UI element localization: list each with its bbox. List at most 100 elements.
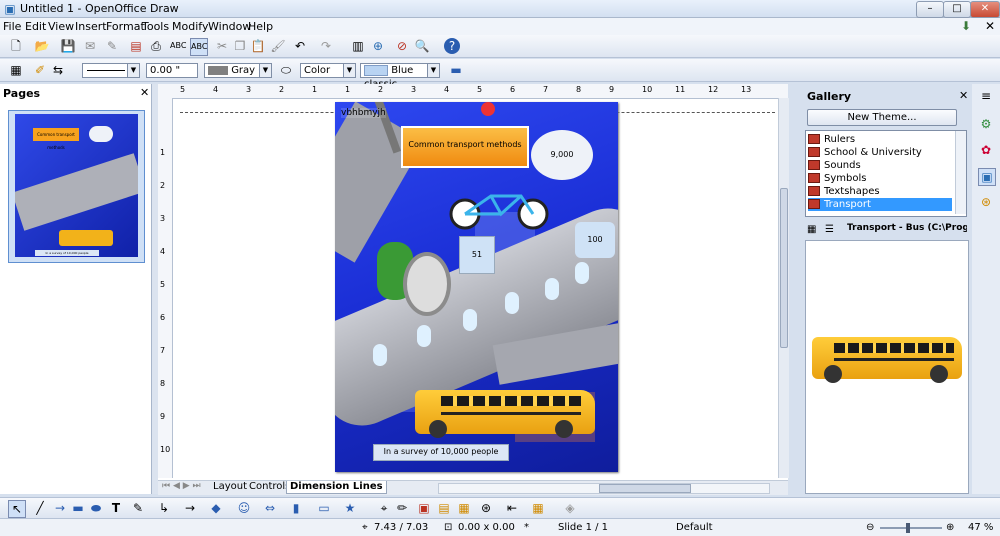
zoom-slider-thumb[interactable] [906, 523, 910, 533]
points-icon[interactable]: ⌖ [376, 500, 392, 516]
horizontal-ruler[interactable]: 5 4 3 2 1 1 2 3 4 5 6 7 8 9 10 11 12 13 [158, 84, 788, 99]
detail-view-icon[interactable]: ☰ [825, 224, 834, 235]
edit-file-icon[interactable]: ✎ [104, 38, 120, 54]
theme-list-scrollbar[interactable] [955, 131, 966, 214]
menu-format[interactable]: Format [106, 20, 145, 33]
ellipse-icon[interactable]: ⬬ [88, 500, 104, 516]
shadow-icon[interactable]: ▬ [448, 62, 464, 78]
styles-panel-icon[interactable]: ✿ [978, 142, 994, 158]
menu-modify[interactable]: Modify [172, 20, 208, 33]
new-theme-button[interactable]: New Theme... [807, 109, 957, 126]
block-arrows-icon[interactable]: ⇔ [262, 500, 278, 516]
shadow-toggle-icon[interactable]: ◈ [562, 500, 578, 516]
copy-icon[interactable]: ❐ [232, 38, 248, 54]
slide-top-label[interactable]: vbhbmyjh [341, 108, 386, 118]
align-icon[interactable]: ⇤ [504, 500, 520, 516]
select-pointer-icon[interactable]: ↖ [8, 500, 26, 518]
slide-caption[interactable]: In a survey of 10,000 people [373, 444, 509, 461]
theme-item-textshapes[interactable]: Textshapes [808, 185, 880, 198]
arrow-line-icon[interactable]: → [52, 500, 68, 516]
icon-view-icon[interactable]: ▦ [807, 224, 816, 235]
area-color-select[interactable]: Blue classic ▼ [360, 63, 440, 90]
theme-item-transport[interactable]: Transport [808, 198, 952, 211]
text-tool-icon[interactable]: T [108, 500, 124, 516]
properties-icon[interactable]: ⚙ [978, 116, 994, 132]
slide-page[interactable]: vbhbmyjh Common transport methods 9,000 … [335, 102, 618, 472]
theme-item-school[interactable]: School & University [808, 146, 922, 159]
autospellcheck-icon[interactable]: ABC [190, 38, 208, 56]
theme-item-sounds[interactable]: Sounds [808, 159, 861, 172]
line-color-select[interactable]: Gray 6 ▼ [204, 63, 272, 78]
theme-item-rulers[interactable]: Rulers [808, 133, 855, 146]
gallery-toggle-icon[interactable]: ▦ [456, 500, 472, 516]
print-icon[interactable]: ⎙ [148, 38, 164, 54]
menu-window[interactable]: Window [208, 20, 251, 33]
menu-edit[interactable]: Edit [25, 20, 46, 33]
close-button[interactable]: ✕ [970, 1, 1000, 18]
new-document-icon[interactable]: 🗋 [8, 38, 24, 54]
export-pdf-icon[interactable]: ▤ [128, 38, 144, 54]
zoom-out-icon[interactable]: ⊖ [866, 522, 874, 533]
close-icon[interactable]: ✕ [140, 86, 149, 99]
glue-points-icon[interactable]: ✏ [394, 500, 410, 516]
stars-icon[interactable]: ★ [342, 500, 358, 516]
page-thumbnail[interactable]: Common transport methods In a survey of … [8, 110, 145, 263]
zoom-icon[interactable]: 🔍 [414, 38, 430, 54]
lines-arrows-icon[interactable]: → [182, 500, 198, 516]
callouts-icon[interactable]: ▭ [316, 500, 332, 516]
line-tool-icon[interactable]: ╱ [32, 500, 48, 516]
paste-icon[interactable]: 📋 [250, 38, 266, 54]
drawing-canvas[interactable]: 5 4 3 2 1 1 2 3 4 5 6 7 8 9 10 11 12 13 1 2 3 4 5 6 7 8 9 10 vbhbm… [158, 84, 789, 495]
extension-update-icon[interactable]: ⬇ [958, 18, 974, 34]
minimize-button[interactable]: – [916, 1, 944, 18]
zoom-slider[interactable] [880, 523, 942, 533]
help-icon[interactable]: ? [444, 38, 460, 54]
styles-icon[interactable]: ▦ [8, 62, 24, 78]
vertical-ruler[interactable]: 1 2 3 4 5 6 7 8 9 10 [158, 98, 173, 478]
cut-icon[interactable]: ✂ [214, 38, 230, 54]
symbol-shapes-icon[interactable]: ☺ [236, 500, 252, 516]
connector-icon[interactable]: ↳ [156, 500, 172, 516]
gallery-preview[interactable] [805, 240, 969, 494]
menu-insert[interactable]: Insert [75, 20, 107, 33]
insert-image-icon[interactable]: ▤ [436, 500, 452, 516]
spellcheck-icon[interactable]: ABC [170, 38, 186, 54]
flowchart-icon[interactable]: ▮ [288, 500, 304, 516]
gallery-panel-icon[interactable]: ▣ [978, 168, 996, 186]
redo-icon[interactable]: ↷ [318, 38, 334, 54]
menu-help[interactable]: Help [248, 20, 273, 33]
extrusion-icon[interactable]: ⊛ [478, 500, 494, 516]
tab-nav-arrows[interactable]: ⏮ ◀ ▶ ⏭ [162, 481, 201, 491]
zoom-level[interactable]: 47 % [968, 522, 993, 533]
vertical-scroll-thumb[interactable] [780, 188, 788, 348]
save-icon[interactable]: 💾 [60, 38, 76, 54]
area-icon[interactable]: ⬭ [278, 62, 294, 78]
line-style-select[interactable]: ▼ [82, 63, 140, 78]
basic-shapes-icon[interactable]: ◆ [208, 500, 224, 516]
tab-layout[interactable]: Layout [210, 481, 250, 493]
undo-icon[interactable]: ↶ [292, 38, 308, 54]
close-icon[interactable]: ✕ [959, 89, 968, 102]
clone-format-icon[interactable]: 🖌 [270, 38, 286, 54]
slide-title-box[interactable]: Common transport methods [401, 126, 529, 168]
menu-tools[interactable]: Tools [142, 20, 169, 33]
theme-item-symbols[interactable]: Symbols [808, 172, 866, 185]
horizontal-scrollbar[interactable] [438, 483, 770, 494]
cloud-callout[interactable]: 9,000 [531, 130, 593, 180]
navigator-panel-icon[interactable]: ⊛ [978, 194, 994, 210]
chart-icon[interactable]: ▥ [350, 38, 366, 54]
mail-icon[interactable]: ✉ [82, 38, 98, 54]
rectangle-icon[interactable]: ▬ [70, 500, 86, 516]
close-document-icon[interactable]: ✕ [982, 18, 998, 34]
tab-dimension-lines[interactable]: Dimension Lines [286, 481, 387, 494]
area-style-select[interactable]: Color ▼ [300, 63, 356, 78]
open-icon[interactable]: 📂 [34, 38, 50, 54]
zoom-in-icon[interactable]: ⊕ [946, 522, 954, 533]
modified-indicator[interactable]: * [524, 522, 529, 533]
navigator-icon[interactable]: ⊕ [370, 38, 386, 54]
value-box[interactable]: 51 [459, 236, 495, 274]
curve-icon[interactable]: ✎ [130, 500, 146, 516]
fontwork-icon[interactable]: ▣ [416, 500, 432, 516]
arrow-style-icon[interactable]: ⇆ [50, 62, 66, 78]
maximize-button[interactable]: □ [943, 1, 971, 18]
